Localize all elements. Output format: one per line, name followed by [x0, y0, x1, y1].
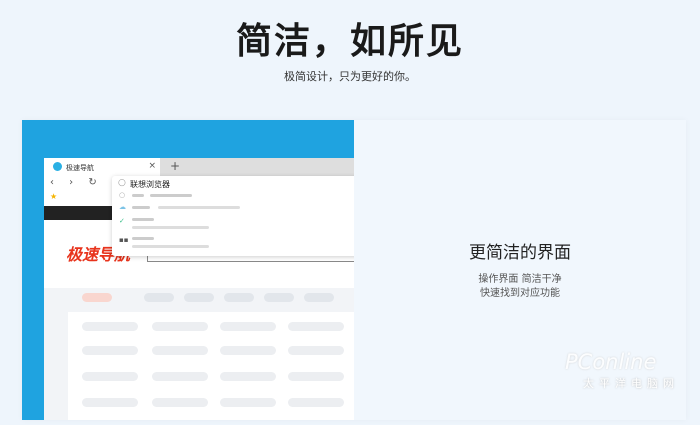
category-pill[interactable] — [224, 293, 254, 302]
tab-favicon-icon — [53, 162, 62, 171]
browser-preview-panel: 极速导航 × + ‹ › ↻ ⌂ ★ 极速导航 ○ 联想浏览器 ○ ☁ ✓ ▪▪ — [22, 120, 354, 420]
content-area — [44, 288, 354, 420]
new-tab-icon[interactable]: + — [170, 159, 180, 173]
category-pill[interactable] — [82, 293, 112, 302]
page-subtitle: 极简设计，只为更好的你。 — [284, 70, 416, 83]
page-title: 简洁，如所见 — [235, 21, 464, 62]
link-grid — [68, 312, 354, 420]
feature-line: 操作界面 简洁干净 — [478, 274, 562, 285]
category-pill[interactable] — [144, 293, 174, 302]
close-icon[interactable]: × — [148, 161, 156, 171]
search-icon: ○ — [118, 178, 126, 188]
app-icon: ▪▪ — [119, 236, 129, 244]
cloud-icon: ☁ — [119, 203, 126, 211]
search-icon: ○ — [119, 191, 126, 199]
browser-tab[interactable]: 极速导航 × — [44, 158, 160, 176]
address-input-value[interactable]: 联想浏览器 — [130, 179, 170, 190]
tab-bar: 极速导航 × + — [44, 158, 354, 176]
category-pill[interactable] — [264, 293, 294, 302]
watermark-logo: PConline — [565, 350, 657, 374]
address-suggestion-dropdown[interactable]: ○ 联想浏览器 ○ ☁ ✓ ▪▪ — [112, 176, 354, 256]
check-icon: ✓ — [119, 217, 125, 225]
feature-description: 操作界面 简洁干净 快速找到对应功能 — [354, 273, 686, 301]
feature-line: 快速找到对应功能 — [480, 288, 560, 299]
watermark-subtext: 太平洋电脑网 — [583, 377, 679, 390]
browser-mockup: 极速导航 × + ‹ › ↻ ⌂ ★ 极速导航 ○ 联想浏览器 ○ ☁ ✓ ▪▪ — [44, 158, 354, 420]
category-pill[interactable] — [304, 293, 334, 302]
category-pill[interactable] — [184, 293, 214, 302]
tab-label: 极速导航 — [66, 164, 94, 172]
feature-heading: 更简洁的界面 — [469, 243, 571, 263]
